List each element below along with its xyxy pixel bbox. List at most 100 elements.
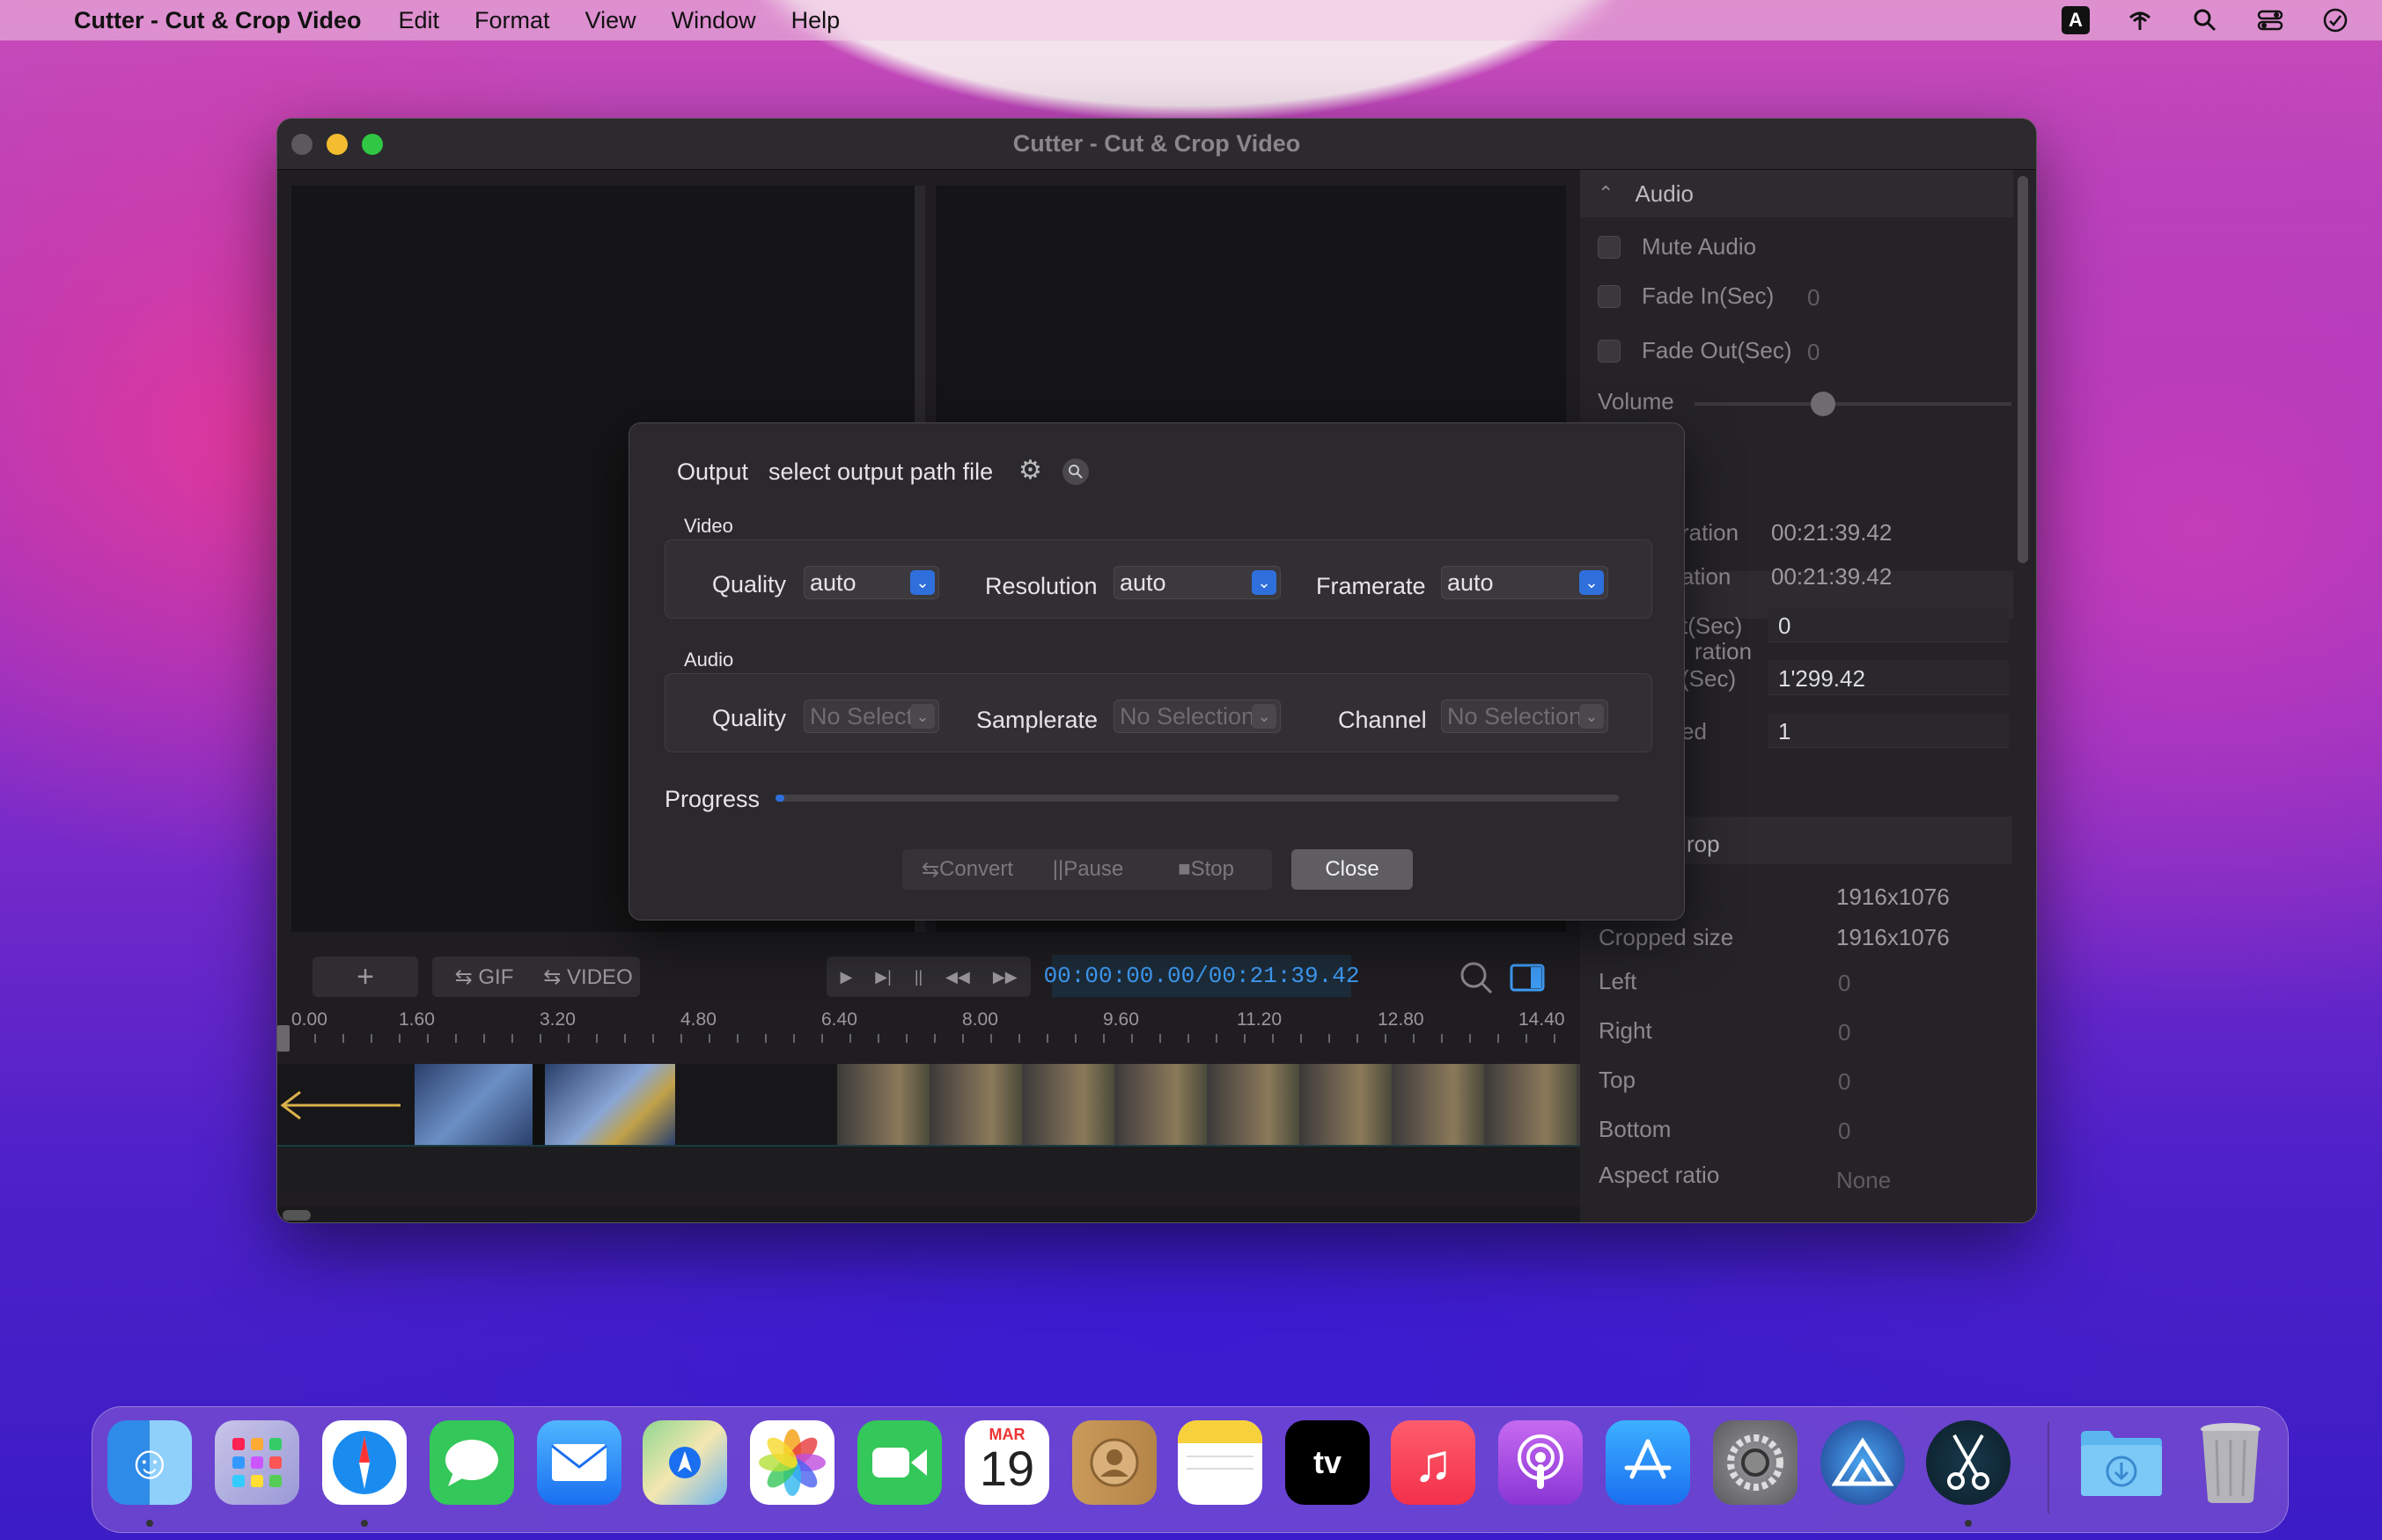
timeline-scrollbar[interactable] xyxy=(277,1206,1580,1222)
aspect-ratio-label: Aspect ratio xyxy=(1599,1162,1720,1188)
minimize-window-button[interactable] xyxy=(327,134,348,155)
altitude-app-icon[interactable] xyxy=(1820,1420,1905,1505)
gif-button[interactable]: ⇆ GIF xyxy=(432,964,536,990)
music-icon[interactable]: ♫ xyxy=(1391,1420,1475,1505)
close-button[interactable]: Close xyxy=(1291,849,1413,890)
launchpad-icon[interactable] xyxy=(215,1420,299,1505)
audio-section-header[interactable]: ⌃ Audio xyxy=(1580,170,2013,217)
mute-audio-row[interactable]: Mute Audio xyxy=(1598,233,1756,260)
fade-out-checkbox[interactable] xyxy=(1598,339,1621,363)
notes-icon[interactable] xyxy=(1178,1420,1262,1505)
pause-button[interactable]: || Pause xyxy=(1029,849,1147,890)
apple-tv-icon[interactable]: tv xyxy=(1285,1420,1370,1505)
crop-top-field[interactable]: 0 xyxy=(1838,1068,1850,1096)
speed-label: ed xyxy=(1681,718,1707,744)
menu-view[interactable]: View xyxy=(585,7,636,34)
spotlight-search-icon[interactable] xyxy=(2190,7,2220,33)
crop-right-field[interactable]: 0 xyxy=(1838,1019,1850,1046)
chevron-down-icon: ⌄ xyxy=(1579,704,1604,729)
pause-icon[interactable]: || xyxy=(915,968,923,986)
clip-thumbnail[interactable] xyxy=(545,1064,675,1145)
calendar-icon[interactable]: MAR 19 xyxy=(965,1420,1049,1505)
sidebar-toggle-icon[interactable] xyxy=(1510,964,1545,996)
video-quality-select[interactable]: auto ⌄ xyxy=(804,566,939,599)
chevron-up-icon: ⌃ xyxy=(1598,182,1614,204)
trash-icon[interactable] xyxy=(2188,1420,2273,1505)
mail-icon[interactable] xyxy=(537,1420,621,1505)
zoom-search-icon[interactable] xyxy=(1459,960,1494,1000)
playhead-handle[interactable] xyxy=(277,1025,290,1052)
fade-out-field[interactable]: 0 xyxy=(1807,339,1820,366)
video-button[interactable]: ⇆ VIDEO xyxy=(536,964,640,990)
facetime-icon[interactable] xyxy=(857,1420,942,1505)
samplerate-select[interactable]: No Selection ⌄ xyxy=(1114,700,1281,733)
settings-scrollbar[interactable] xyxy=(2018,176,2028,563)
add-media-button[interactable]: + xyxy=(312,957,418,997)
maps-icon[interactable] xyxy=(643,1420,727,1505)
menu-format[interactable]: Format xyxy=(474,7,550,34)
fast-forward-icon[interactable]: ▶▶ xyxy=(993,968,1018,986)
messages-icon[interactable] xyxy=(430,1420,514,1505)
stop-button[interactable]: ■ Stop xyxy=(1147,849,1265,890)
step-forward-icon[interactable]: ▶| xyxy=(875,968,892,986)
volume-slider[interactable] xyxy=(1695,402,2011,406)
fade-in-checkbox[interactable] xyxy=(1598,284,1621,308)
framerate-select[interactable]: auto ⌄ xyxy=(1441,566,1608,599)
audio-quality-select[interactable]: No Select ⌄ xyxy=(804,700,939,733)
timecode-display: 00:00:00.00/00:21:39.42 xyxy=(1044,955,1359,997)
video-track[interactable] xyxy=(277,1064,1580,1145)
system-preferences-icon[interactable] xyxy=(1713,1420,1798,1505)
finder-icon[interactable]: ☺ xyxy=(107,1420,192,1505)
keyboard-input-icon[interactable]: A xyxy=(2062,6,2090,34)
contacts-icon[interactable] xyxy=(1072,1420,1157,1505)
app-store-icon[interactable] xyxy=(1606,1420,1690,1505)
ruler-label: 8.00 xyxy=(962,1009,998,1030)
audio-track[interactable] xyxy=(277,1145,1580,1194)
convert-button[interactable]: ⇆ Convert xyxy=(906,849,1029,890)
resolution-select[interactable]: auto ⌄ xyxy=(1114,566,1281,599)
close-window-button[interactable] xyxy=(291,134,312,155)
calendar-day: 19 xyxy=(979,1441,1035,1496)
podcasts-icon[interactable] xyxy=(1498,1420,1583,1505)
ruler-label: 3.20 xyxy=(540,1009,576,1030)
zoom-window-button[interactable] xyxy=(362,134,383,155)
crop-left-field[interactable]: 0 xyxy=(1838,970,1850,997)
photos-icon[interactable] xyxy=(750,1420,834,1505)
volume-slider-knob[interactable] xyxy=(1811,392,1835,416)
safari-icon[interactable] xyxy=(322,1420,407,1505)
menu-window[interactable]: Window xyxy=(672,7,756,34)
aspect-ratio-select[interactable]: None xyxy=(1836,1167,1891,1194)
selected-duration-value: 00:21:39.42 xyxy=(1771,563,1893,590)
gear-icon[interactable]: ⚙ xyxy=(1018,455,1042,486)
downloads-folder-icon[interactable] xyxy=(2079,1420,2164,1505)
control-center-icon[interactable] xyxy=(2255,7,2285,33)
start-value: 0 xyxy=(1778,612,1791,639)
framerate-label: Framerate xyxy=(1316,573,1426,599)
cutter-app-icon[interactable] xyxy=(1926,1420,2011,1505)
play-icon[interactable]: ▶ xyxy=(840,968,852,986)
trim-arrow-icon[interactable] xyxy=(279,1090,402,1120)
channel-select[interactable]: No Selection ⌄ xyxy=(1441,700,1608,733)
speed-field[interactable] xyxy=(1768,713,2009,748)
output-path-link[interactable]: select output path file xyxy=(768,458,993,486)
rewind-icon[interactable]: ◀◀ xyxy=(945,968,970,986)
menu-bar: Cutter - Cut & Crop Video Edit Format Vi… xyxy=(0,0,2382,40)
timeline-ruler[interactable]: 0.00 1.60 3.20 4.80 6.40 8.00 9.60 11.20… xyxy=(277,1008,1580,1052)
progress-bar xyxy=(776,795,1619,802)
search-icon[interactable] xyxy=(1062,458,1089,485)
mute-audio-checkbox[interactable] xyxy=(1598,235,1621,259)
samplerate-label: Samplerate xyxy=(976,707,1099,733)
crop-bottom-field[interactable]: 0 xyxy=(1838,1118,1850,1145)
duration-label: ration xyxy=(1681,519,1739,546)
resolution-value: auto xyxy=(1120,569,1166,596)
start-field[interactable] xyxy=(1768,607,2009,642)
fade-in-field[interactable]: 0 xyxy=(1807,284,1820,312)
menu-app-name[interactable]: Cutter - Cut & Crop Video xyxy=(74,7,362,34)
clip-thumbnail-strip[interactable] xyxy=(837,1064,1580,1145)
menu-edit[interactable]: Edit xyxy=(399,7,440,34)
original-size-value: 1916x1076 xyxy=(1836,884,1950,910)
wifi-icon[interactable] xyxy=(2125,7,2155,33)
menu-help[interactable]: Help xyxy=(791,7,841,34)
siri-clock-icon[interactable] xyxy=(2320,7,2350,33)
clip-thumbnail[interactable] xyxy=(415,1064,533,1145)
